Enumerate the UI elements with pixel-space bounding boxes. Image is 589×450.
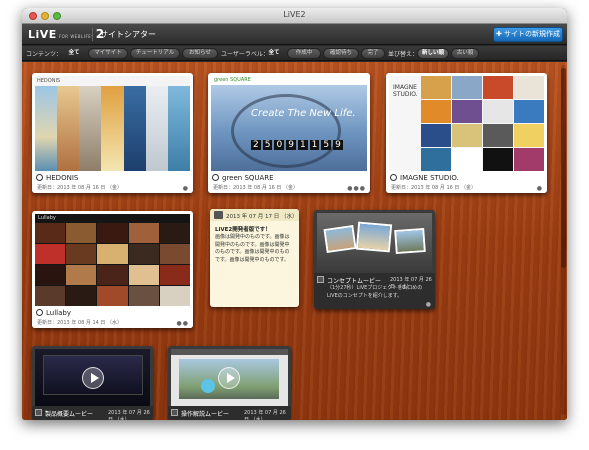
site-globe-icon (212, 174, 219, 181)
site-name: HEDONIS (46, 174, 79, 182)
video-footer: 製品概要ムービー 2013 年 07 月 26 日 （水） (32, 406, 153, 420)
user-filter-done[interactable]: 完了 (361, 48, 385, 59)
video-select-checkbox[interactable] (35, 409, 42, 416)
video-description-2: LiVEのコンセプトを紹介します。 (327, 293, 403, 299)
app-header: LiVE FOR WEBLIFE* 2 サイトシアター ✚ サイトの新規作成 (22, 24, 567, 45)
video-thumbnail[interactable] (35, 349, 150, 407)
site-globe-icon (36, 174, 43, 181)
video-date: 2013 年 07 月 26 日 （水） (108, 410, 150, 420)
user-label-filter-label: ユーザーラベル： (221, 51, 269, 58)
card-footer: Lullaby 更新日：2013 年 08 月 14 日 （水） ●● (32, 306, 193, 328)
video-title: 操作解説ムービー (181, 411, 230, 418)
site-thumbnail[interactable]: IMAGNE STUDIO. (389, 76, 544, 171)
note-header: 2013 年 07 月 17 日 （水） (210, 209, 299, 221)
scrollbar-thumb[interactable] (561, 68, 566, 268)
note-date: 2013 年 07 月 17 日 （水） (226, 214, 298, 220)
site-card-green-square[interactable]: green SQUARE Create The New Life. 2 5 0 … (208, 73, 370, 193)
app-logo: LiVE FOR WEBLIFE* 2 (28, 27, 105, 41)
site-card-imagne-studio[interactable]: IMAGNE STUDIO. IMAGNE STUDIO. 更新日：2013 年… (386, 73, 547, 193)
app-window: LiVE2 LiVE FOR WEBLIFE* 2 サイトシアター ✚ サイトの新規… (22, 8, 567, 420)
video-date: 2013 年 07 月 26 日 （水） (244, 410, 286, 420)
user-filter-all[interactable]: 全て (263, 48, 285, 59)
site-thumbnail[interactable]: HEDONIS (35, 76, 190, 171)
note-title: LiVE2開発者版です！ (215, 227, 271, 233)
video-card-product-overview[interactable]: 製品概要ムービー 2013 年 07 月 26 日 （水） (32, 346, 153, 420)
site-name: green SQUARE (222, 174, 274, 182)
site-name: Lullaby (46, 309, 71, 317)
site-updated-date: 更新日：2013 年 08 月 16 日 （金） (213, 185, 298, 191)
message-icon (214, 211, 223, 219)
site-status-dots: ● (536, 185, 543, 192)
sort-label: 並び替え： (388, 51, 419, 58)
site-globe-icon (36, 309, 43, 316)
video-select-checkbox[interactable] (171, 409, 178, 416)
new-site-button[interactable]: ✚ サイトの新規作成 (493, 27, 563, 42)
video-footer: 操作解説ムービー 2013 年 07 月 26 日 （水） (168, 406, 291, 420)
site-status-dots: ●●● (347, 185, 366, 192)
video-thumbnail[interactable] (171, 349, 288, 407)
announcement-note[interactable]: 2013 年 07 月 17 日 （水） LiVE2開発者版です！ 画像は開発中… (210, 209, 299, 307)
video-thumbnail[interactable] (317, 213, 432, 273)
counter-display: 2 5 0 9 1 1 5 9 (251, 140, 343, 150)
thumb-headline: Create The New Life. (251, 108, 356, 119)
video-footer: コンセプトムービー 2013 年 07 月 26 日 （水） （1分27秒）Li… (314, 273, 435, 309)
site-theater-board: HEDONIS HEDONIS 更新日：2013 年 08 月 16 日 （金）… (22, 62, 567, 420)
header-divider (92, 28, 93, 41)
content-filter-all[interactable]: 全て (62, 48, 86, 59)
site-globe-icon (390, 174, 397, 181)
site-updated-date: 更新日：2013 年 08 月 16 日 （金） (37, 185, 122, 191)
video-description: （1分27秒）LiVEプロジェクトを山口めの (327, 285, 423, 291)
content-filter-news[interactable]: お知らせ (182, 48, 218, 59)
video-status-dot: ● (425, 301, 431, 308)
site-status-dots: ●● (176, 320, 189, 327)
filter-bar: コンテンツ： 全て マイサイト チュートリアル お知らせ ユーザーラベル： 全て… (22, 46, 567, 61)
site-updated-date: 更新日：2013 年 08 月 14 日 （水） (37, 320, 122, 326)
content-filter-mysite[interactable]: マイサイト (88, 48, 128, 59)
user-filter-waiting[interactable]: 確認待ち (323, 48, 359, 59)
video-select-checkbox[interactable] (317, 276, 324, 283)
content-filter-label: コンテンツ： (26, 51, 63, 58)
page-title: サイトシアター (100, 30, 156, 39)
site-name: IMAGNE STUDIO. (400, 174, 459, 182)
site-card-hedonis[interactable]: HEDONIS HEDONIS 更新日：2013 年 08 月 16 日 （金）… (32, 73, 193, 193)
card-footer: IMAGNE STUDIO. 更新日：2013 年 08 月 16 日 （金） … (386, 171, 547, 193)
site-updated-date: 更新日：2013 年 08 月 16 日 （金） (391, 185, 476, 191)
video-card-operation-guide[interactable]: 操作解説ムービー 2013 年 07 月 26 日 （水） (168, 346, 291, 420)
thumb-headline: IMAGNE STUDIO. (393, 84, 418, 98)
video-title: 製品概要ムービー (45, 411, 94, 418)
play-icon[interactable] (218, 367, 240, 389)
site-card-lullaby[interactable]: Lullaby Lullaby 更新日：2013 年 08 月 14 日 （水）… (32, 211, 193, 328)
site-status-dots: ● (182, 185, 189, 192)
sort-newest[interactable]: 新しい順 (417, 48, 449, 59)
sort-oldest[interactable]: 古い順 (451, 48, 479, 59)
video-title: コンセプトムービー (327, 278, 382, 285)
play-icon[interactable] (82, 367, 104, 389)
card-footer: HEDONIS 更新日：2013 年 08 月 16 日 （金） ● (32, 171, 193, 193)
window-title: LiVE2 (283, 10, 306, 19)
content-filter-tutorial[interactable]: チュートリアル (130, 48, 180, 59)
user-filter-creating[interactable]: 作成中 (287, 48, 321, 59)
site-thumbnail[interactable]: green SQUARE Create The New Life. 2 5 0 … (211, 76, 367, 171)
note-body: 画像は開発中のものです。画像は開発中のものです。画像は開発中のものです。画像は開… (215, 234, 290, 263)
card-footer: green SQUARE 更新日：2013 年 08 月 16 日 （金） ●●… (208, 171, 370, 193)
site-thumbnail[interactable]: Lullaby (35, 214, 190, 306)
title-bar: LiVE2 (22, 8, 567, 24)
video-card-concept[interactable]: コンセプトムービー 2013 年 07 月 26 日 （水） （1分27秒）Li… (314, 210, 435, 309)
plus-sparkle-icon: ✚ (495, 30, 505, 38)
